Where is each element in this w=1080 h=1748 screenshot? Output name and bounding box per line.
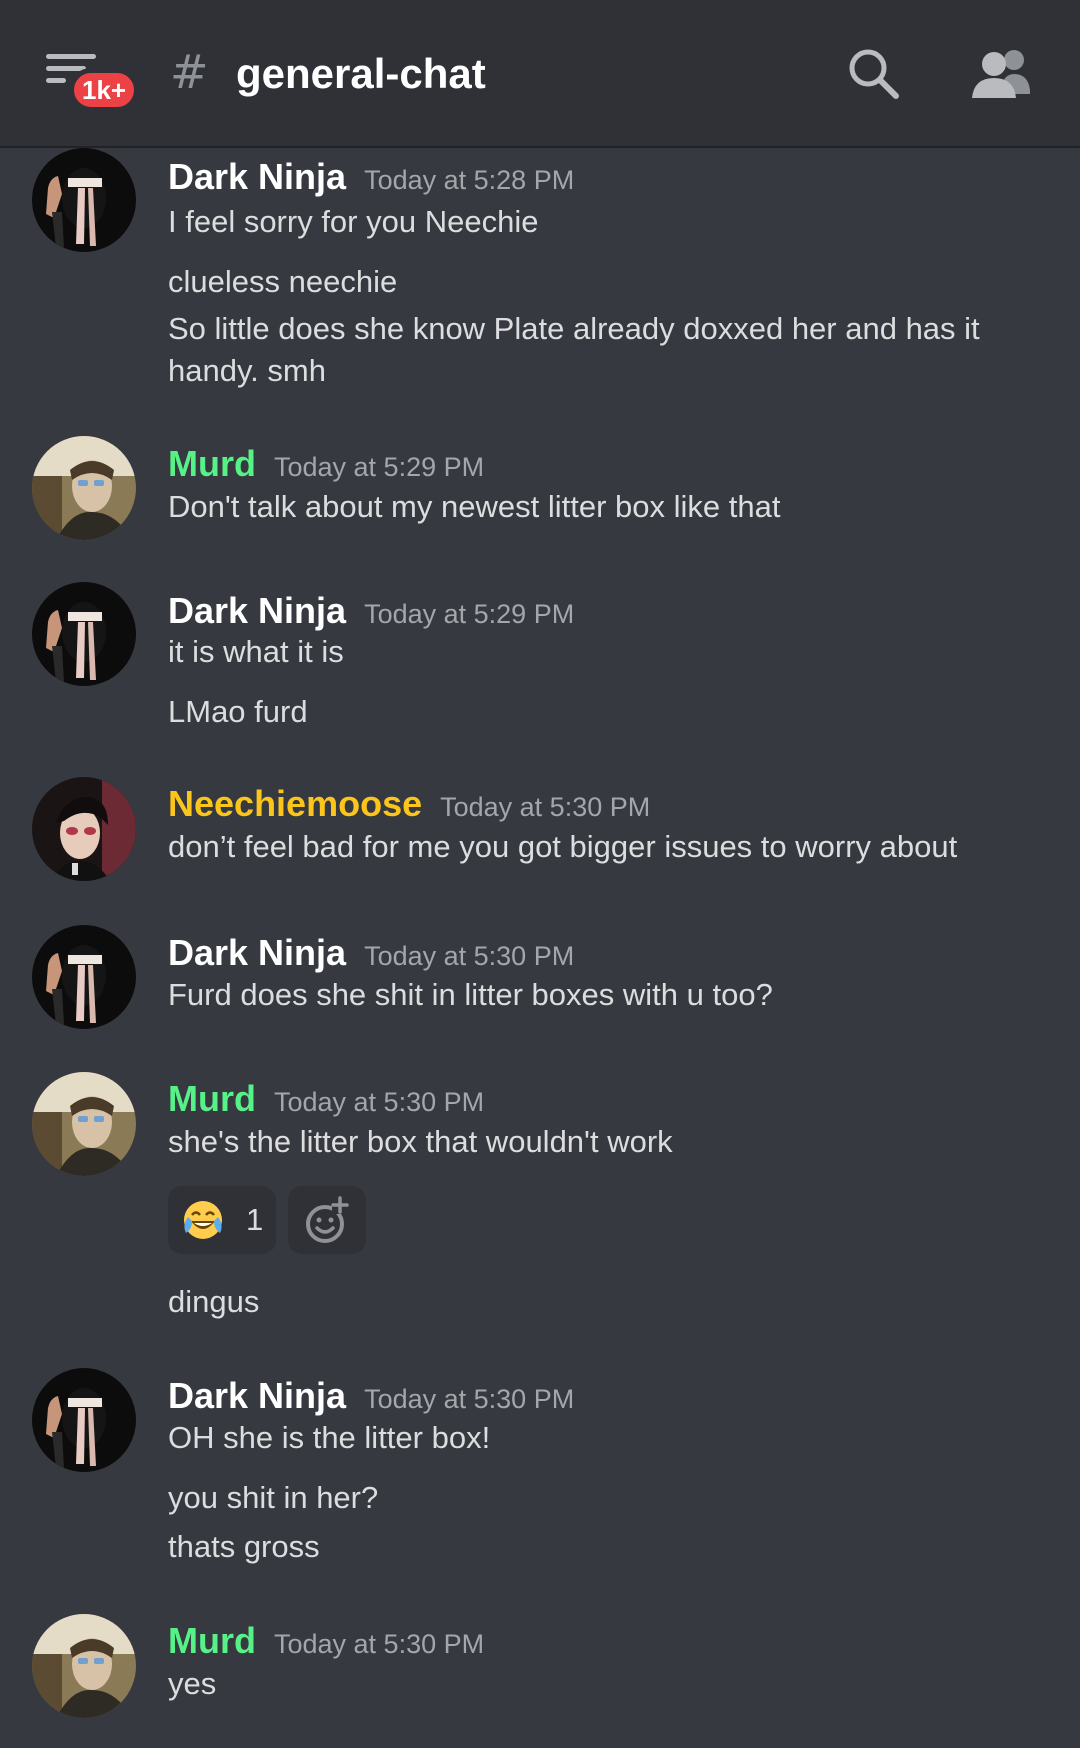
username[interactable]: Dark Ninja <box>168 590 346 631</box>
timestamp: Today at 5:30 PM <box>273 1629 485 1659</box>
members-icon[interactable] <box>970 46 1032 102</box>
username[interactable]: Murd <box>168 1620 256 1661</box>
avatar[interactable] <box>32 582 136 686</box>
username[interactable]: Dark Ninja <box>168 156 346 197</box>
avatar[interactable] <box>32 148 136 252</box>
message-text: OH she is the litter box! <box>168 1420 491 1455</box>
message-text: don’t feel bad for me you got bigger iss… <box>168 829 958 864</box>
message-list[interactable]: Dark Ninja Today at 5:28 PM I feel sorry … <box>0 148 1080 1748</box>
username[interactable]: Dark Ninja <box>168 932 346 973</box>
timestamp: Today at 5:30 PM <box>364 941 575 971</box>
message-text: I feel sorry for you Neechie <box>168 204 539 239</box>
message-text: thats gross <box>168 1529 320 1564</box>
avatar[interactable] <box>32 436 136 540</box>
avatar[interactable] <box>32 1072 136 1176</box>
message-text: it is what it is <box>168 634 344 669</box>
reaction-count: 1 <box>246 1202 264 1237</box>
channel-name[interactable]: general-chat <box>236 44 486 104</box>
avatar[interactable] <box>32 1614 136 1718</box>
channel-header: 1k+ # general-chat <box>0 0 1080 148</box>
message-text: Furd does she shit in litter boxes with … <box>168 977 773 1012</box>
message-text: LMao furd <box>168 694 308 729</box>
username[interactable]: Dark Ninja <box>168 1375 346 1416</box>
joy-emoji-icon <box>182 1199 224 1241</box>
channel-hash-icon: # <box>170 45 209 99</box>
avatar[interactable] <box>32 777 136 881</box>
message-text: dingus <box>168 1284 260 1319</box>
message-text: yes <box>168 1666 217 1701</box>
message-text: she's the litter box that wouldn't work <box>168 1124 673 1159</box>
add-reaction-icon <box>306 1196 349 1243</box>
reaction-pill[interactable]: 1 <box>168 1186 276 1254</box>
notification-badge[interactable]: 1k+ <box>69 68 140 112</box>
username[interactable]: Murd <box>168 1078 256 1119</box>
message-text: you shit in her? <box>168 1480 379 1515</box>
timestamp: Today at 5:30 PM <box>364 1384 575 1414</box>
timestamp: Today at 5:30 PM <box>273 1087 485 1117</box>
username[interactable]: Murd <box>168 443 256 484</box>
message-text: So little does she know Plate already do… <box>168 311 980 388</box>
timestamp: Today at 5:30 PM <box>440 792 651 822</box>
search-icon[interactable] <box>846 46 902 102</box>
message-text: clueless neechie <box>168 264 398 299</box>
add-reaction-button[interactable] <box>288 1186 366 1254</box>
timestamp: Today at 5:29 PM <box>364 599 575 629</box>
username[interactable]: Neechiemoose <box>168 783 422 824</box>
avatar[interactable] <box>32 1368 136 1472</box>
timestamp: Today at 5:28 PM <box>364 165 575 195</box>
timestamp: Today at 5:29 PM <box>273 452 485 482</box>
message-text: Don't talk about my newest litter box li… <box>168 489 781 524</box>
avatar[interactable] <box>32 925 136 1029</box>
